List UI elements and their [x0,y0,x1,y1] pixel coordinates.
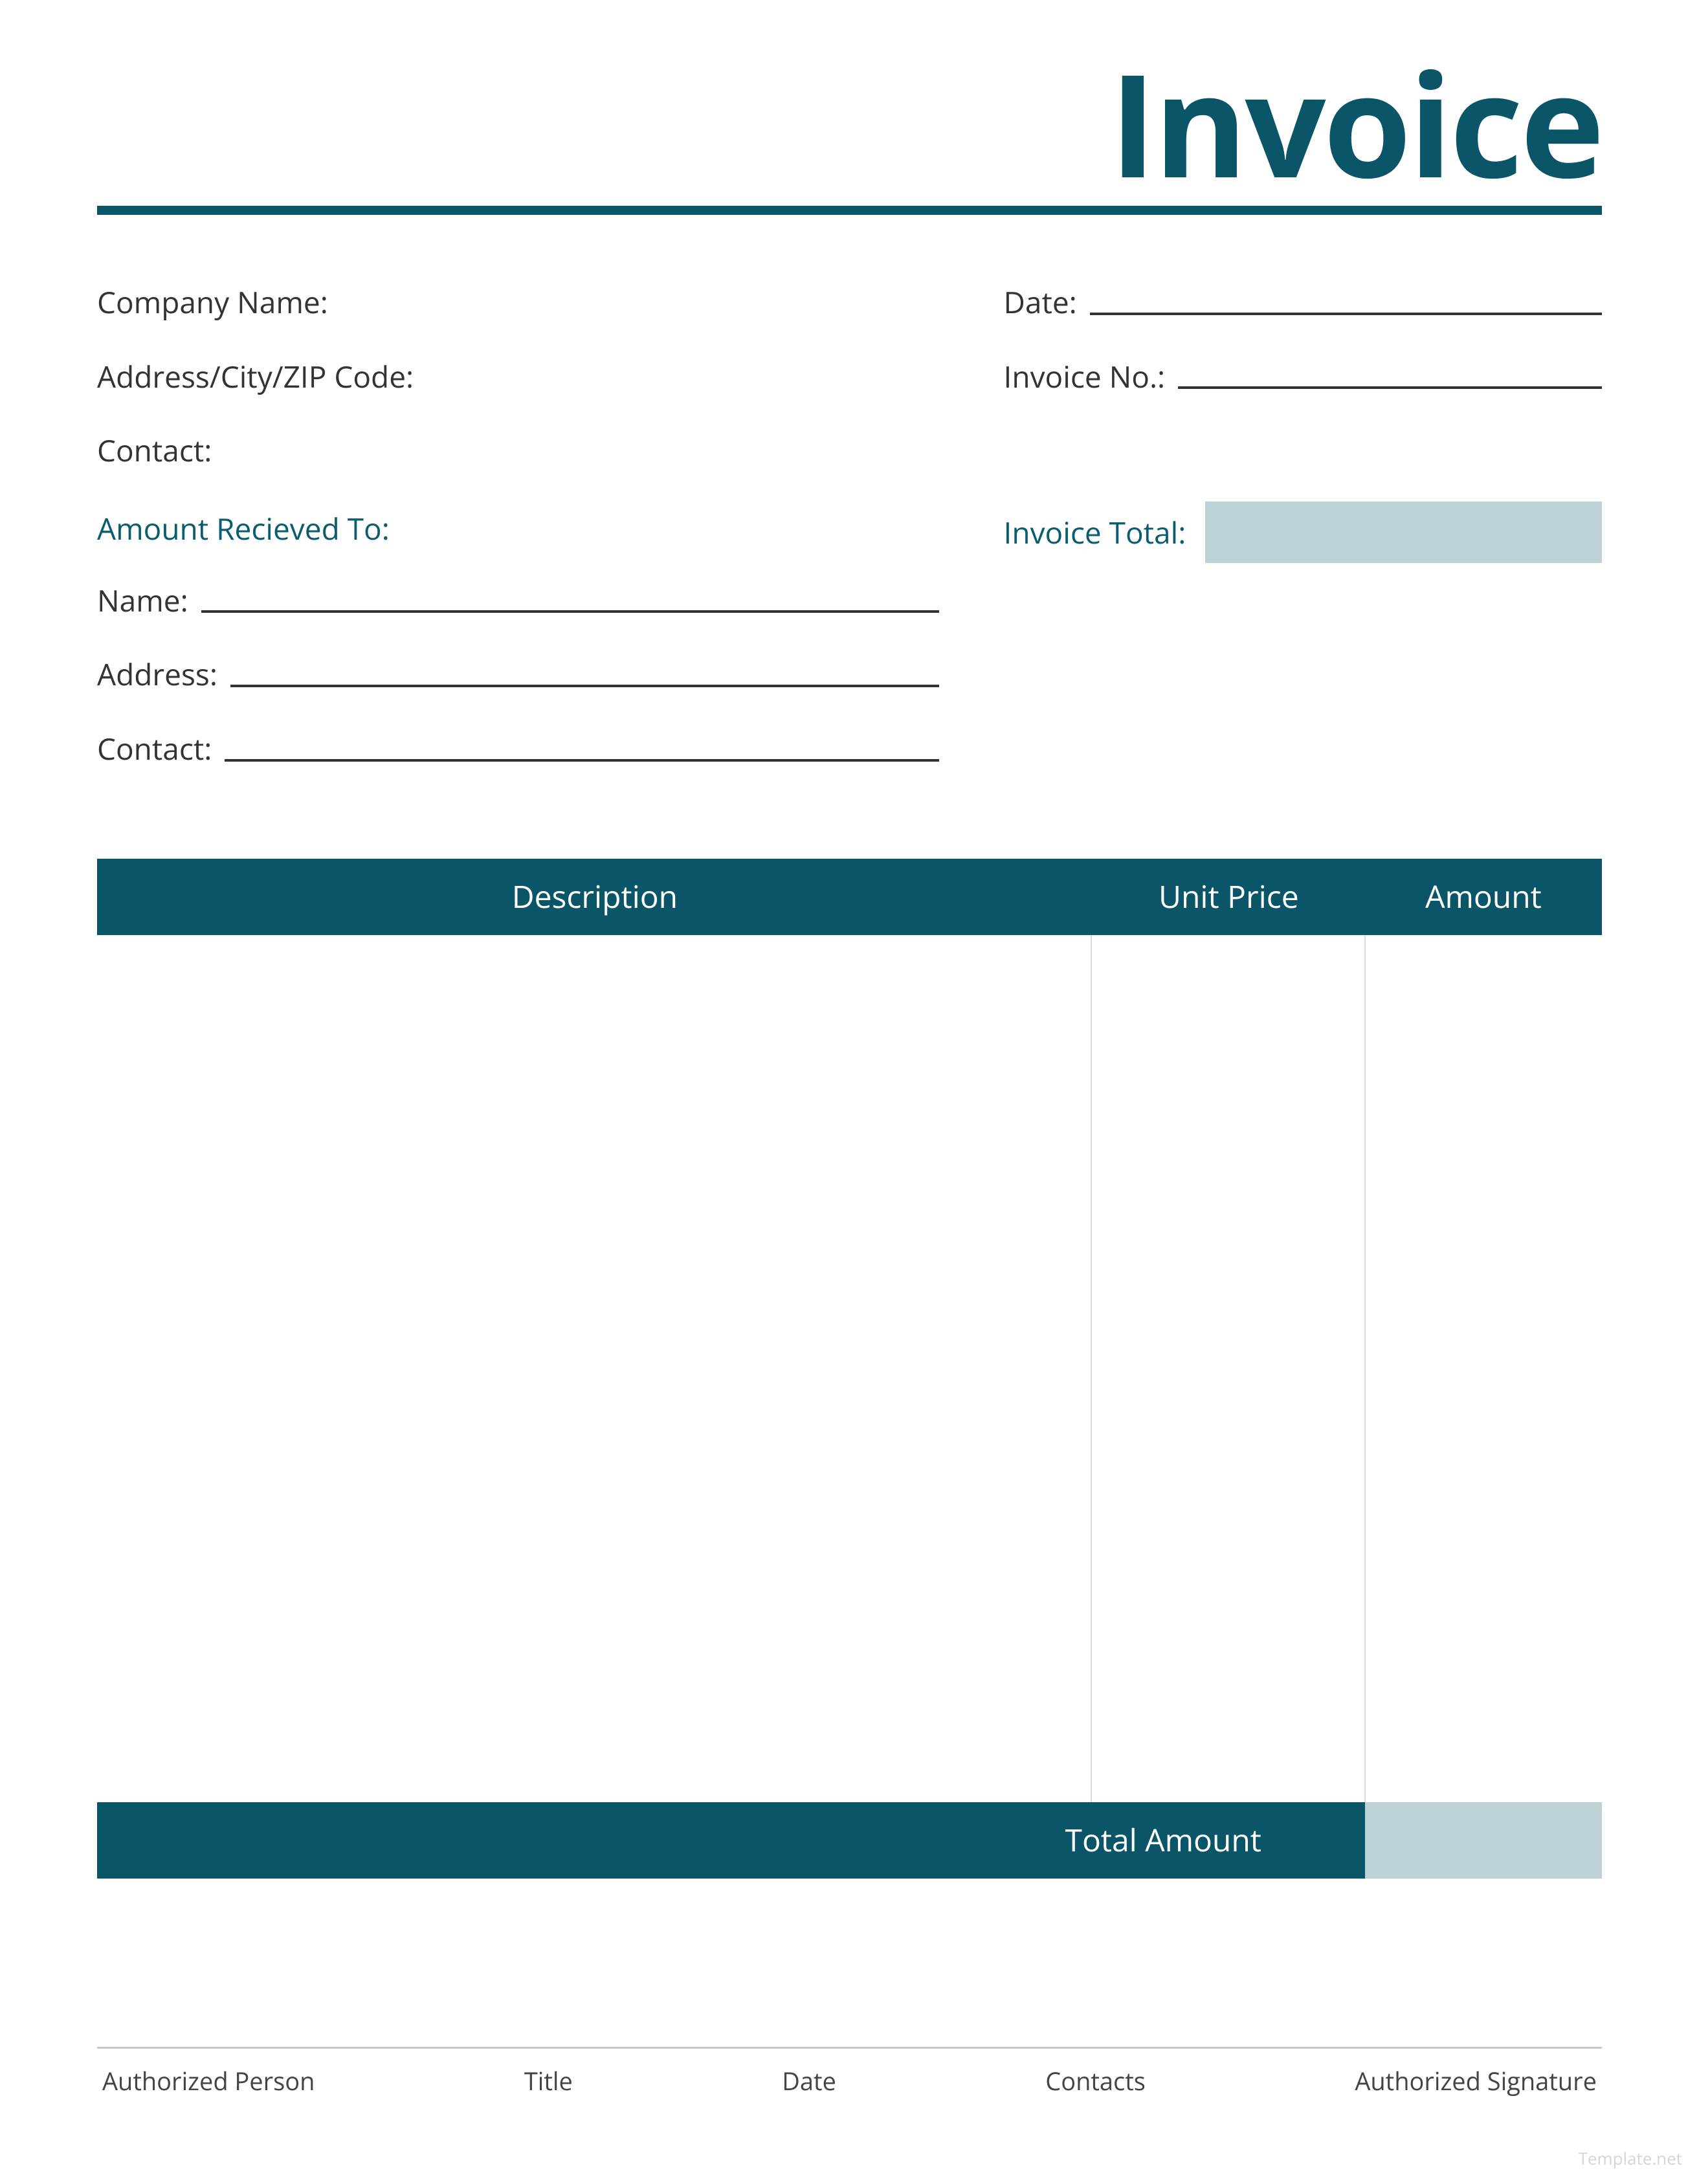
table-footer-label-area: Total Amount [97,1802,1365,1879]
header-right-column: Date: Invoice No.: Invoice Total: [1004,286,1602,807]
date-field: Date: [1004,286,1602,319]
total-amount-cell[interactable] [1365,1802,1602,1879]
sig-title: Title [524,2064,573,2098]
company-name-field: Company Name: [97,286,965,319]
received-name-label: Name: [97,584,188,617]
body-amount-cell[interactable] [1366,935,1603,1802]
sig-authorized-signature: Authorized Signature [1355,2064,1597,2098]
table-header: Description Unit Price Amount [97,859,1602,935]
line-items-table: Description Unit Price Amount Total Amou… [97,859,1602,1879]
invoice-total-box[interactable] [1205,502,1602,563]
received-address-label: Address: [97,658,217,691]
table-body [97,935,1602,1802]
received-address-field: Address: [97,658,965,691]
sig-date: Date [782,2064,836,2098]
invoice-page: Invoice Company Name: Address/City/ZIP C… [0,0,1699,2184]
received-name-field: Name: [97,584,965,617]
body-description-cell[interactable] [97,935,1091,1802]
received-contact-label: Contact: [97,733,212,766]
invoice-no-field: Invoice No.: [1004,360,1602,393]
header-left-column: Company Name: Address/City/ZIP Code: Con… [97,286,965,807]
column-unit-price: Unit Price [1093,876,1365,918]
signature-divider [97,2047,1602,2049]
address-label: Address/City/ZIP Code: [97,360,414,393]
invoice-no-line[interactable] [1178,386,1602,389]
received-name-line[interactable] [201,610,939,613]
date-label: Date: [1004,286,1077,319]
company-name-label: Company Name: [97,286,328,319]
contact-label: Contact: [97,434,212,467]
contact-field: Contact: [97,434,965,467]
header-columns: Company Name: Address/City/ZIP Code: Con… [97,286,1602,807]
title-row: Invoice [97,52,1602,194]
invoice-total-row: Invoice Total: [1004,502,1602,563]
total-amount-label: Total Amount [1065,1819,1261,1861]
amount-received-heading: Amount Recieved To: [97,509,965,549]
received-contact-line[interactable] [225,759,938,762]
invoice-total-label: Invoice Total: [1004,513,1186,553]
column-amount: Amount [1365,876,1602,918]
column-description: Description [97,876,1093,918]
received-address-line[interactable] [230,685,939,687]
sig-contacts: Contacts [1045,2064,1146,2098]
invoice-no-label: Invoice No.: [1004,360,1166,393]
signature-row: Authorized Person Title Date Contacts Au… [97,2064,1602,2098]
sig-authorized-person: Authorized Person [102,2064,315,2098]
watermark: Template.net [1579,2146,1682,2170]
table-footer: Total Amount [97,1802,1602,1879]
body-unit-price-cell[interactable] [1091,935,1365,1802]
address-field: Address/City/ZIP Code: [97,360,965,393]
received-contact-field: Contact: [97,733,965,766]
date-line[interactable] [1090,313,1602,315]
page-title: Invoice [97,52,1602,194]
